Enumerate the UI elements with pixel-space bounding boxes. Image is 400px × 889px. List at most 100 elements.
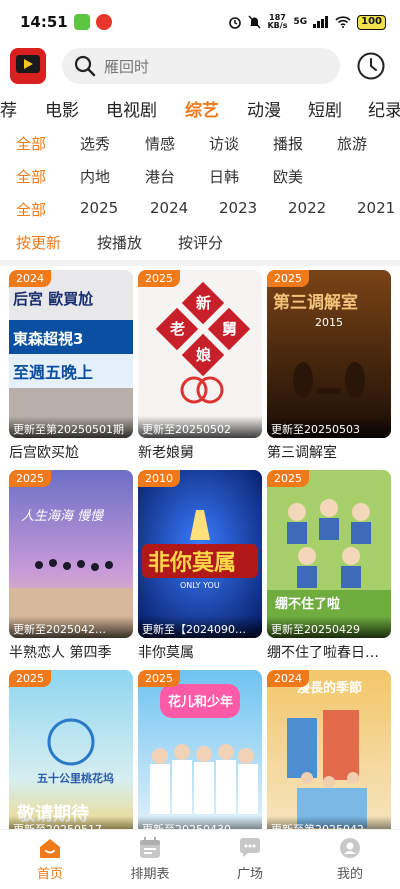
profile-icon [340,838,360,858]
mute-bell-icon [248,15,262,29]
tab-recommend[interactable]: 荐 [0,96,17,121]
poster-subtitle-text: ONLY YOU [180,581,220,590]
show-poster[interactable]: 非你莫属 ONLY YOU 2010 更新至【2024090… [138,470,262,638]
filter-year-2022[interactable]: 2022 [288,199,326,217]
episode-status: 更新至第20250501期 [9,416,133,438]
show-card[interactable]: 非你莫属 ONLY YOU 2010 更新至【2024090… 非你莫属 [138,470,262,663]
show-poster[interactable]: 绷不住了啦 2025 更新至20250429 [267,470,391,638]
poster-title-text: 花儿和少年 [168,694,233,710]
status-bar: 14:51 187 KB/s 5G 100 [0,0,400,44]
show-card[interactable]: 后宮 歐買尬 東森超視3 至週五晚上 2024 更新至第20250501期 后宫… [9,270,133,463]
tab-tv-series[interactable]: 电视剧 [106,96,157,121]
alarm-icon [229,17,242,29]
tab-variety[interactable]: 综艺 [185,96,219,121]
nav-plaza[interactable]: 广场 [200,830,300,889]
filter-region-all[interactable]: 全部 [16,166,46,187]
show-poster[interactable]: 后宮 歐買尬 東森超視3 至週五晚上 2024 更新至第20250501期 [9,270,133,438]
filter-row-year: 全部 2025 2024 2023 2022 2021 [0,194,400,224]
poster-art: 漫長的季節 [267,670,391,838]
filter-genre-romance[interactable]: 情感 [145,133,175,154]
nav-schedule-label: 排期表 [130,867,170,882]
poster-title-text: 人生海海 慢慢 [21,509,105,524]
home-icon [40,839,60,858]
year-badge: 2025 [9,670,51,687]
filter-genre-all[interactable]: 全部 [16,133,46,154]
poster-brand-text: 東森超視3 [13,330,83,348]
poster-char-text: 舅 [222,320,237,338]
history-clock-icon[interactable] [356,51,386,81]
poster-title-text: 后宮 歐買尬 [13,290,93,308]
filter-genre-news[interactable]: 播报 [273,133,303,154]
poster-title-text: 非你莫属 [148,551,236,576]
poster-art: 非你莫属 ONLY YOU [138,470,262,638]
year-badge: 2025 [138,670,180,687]
year-badge: 2025 [267,470,309,487]
show-poster[interactable]: 新 老 舅 娘 2025 更新至20250502 [138,270,262,438]
notification-app-icon [73,14,90,30]
filter-region-jpkr[interactable]: 日韩 [209,166,239,187]
nav-plaza-label: 广场 [236,867,263,882]
filter-row-region: 全部 内地 港台 日韩 欧美 [0,161,400,191]
poster-schedule-text: 至週五晚上 [13,363,93,382]
tab-documentary[interactable]: 纪录 [368,96,400,121]
filter-year-all[interactable]: 全部 [16,199,46,220]
show-poster[interactable]: 漫長的季節 2024 更新至第2025042… [267,670,391,838]
nav-schedule[interactable]: 排期表 [100,830,200,889]
app-header: 雁回时 [0,44,400,88]
status-time: 14:51 [20,13,68,31]
show-title: 绷不住了啦春日… [267,645,379,661]
poster-title-text: 第三调解室 [273,292,358,313]
filter-region-west[interactable]: 欧美 [273,166,303,187]
show-poster[interactable]: 人生海海 慢慢 2025 更新至2025042… [9,470,133,638]
sort-by-plays[interactable]: 按播放 [97,232,142,253]
show-card[interactable]: 第三调解室 2015 2025 更新至20250503 第三调解室 [267,270,391,463]
filter-year-2025[interactable]: 2025 [80,199,118,217]
show-title: 非你莫属 [138,645,194,661]
filter-year-2021[interactable]: 2021 [357,199,395,217]
show-title: 后宫欧买尬 [9,445,79,461]
filter-genre-interview[interactable]: 访谈 [209,133,239,154]
search-input[interactable]: 雁回时 [104,56,149,77]
show-card[interactable]: 新 老 舅 娘 2025 更新至20250502 新老娘舅 [138,270,262,463]
tab-short-drama[interactable]: 短剧 [308,96,342,121]
filter-genre-talent[interactable]: 选秀 [80,133,110,154]
category-tabs: 荐 电影 电视剧 综艺 动漫 短剧 纪录 [0,92,400,126]
app-logo[interactable] [10,48,46,84]
filter-genre-travel[interactable]: 旅游 [337,133,367,154]
show-poster[interactable]: 五十公里桃花坞 敬请期待 2025 更新至20250517 [9,670,133,838]
wifi-icon [335,16,351,28]
episode-status: 更新至20250502 [138,416,262,438]
show-card[interactable]: 人生海海 慢慢 2025 更新至2025042… 半熟恋人 第四季 [9,470,133,663]
nav-profile[interactable]: 我的 [300,830,400,889]
search-icon [74,55,96,77]
tab-movie[interactable]: 电影 [45,96,79,121]
search-bar[interactable]: 雁回时 [62,48,340,84]
filter-year-2024[interactable]: 2024 [150,199,188,217]
poster-char-text: 老 [169,320,185,338]
poster-year-text: 2015 [315,316,343,329]
show-card[interactable]: 绷不住了啦 2025 更新至20250429 绷不住了啦春日… [267,470,391,663]
poster-art: 五十公里桃花坞 敬请期待 [9,670,133,838]
filter-region-mainland[interactable]: 内地 [80,166,110,187]
poster-title-text: 五十公里桃花坞 [37,771,114,785]
year-badge: 2024 [267,670,309,687]
episode-status: 更新至20250429 [267,616,391,638]
nav-home[interactable]: 首页 [0,830,100,889]
filter-row-sort: 按更新 按播放 按评分 [0,227,400,257]
sort-by-rating[interactable]: 按评分 [178,232,223,253]
battery-indicator: 100 [357,14,386,30]
episode-status: 更新至2025042… [9,616,133,638]
chat-icon [240,838,260,857]
filter-year-2023[interactable]: 2023 [219,199,257,217]
show-poster[interactable]: 第三调解室 2015 2025 更新至20250503 [267,270,391,438]
poster-char-text: 新 [196,294,211,312]
show-poster[interactable]: 花儿和少年 2025 更新至20250430 [138,670,262,838]
nav-home-label: 首页 [36,867,63,882]
year-badge: 2025 [138,270,180,287]
tab-anime[interactable]: 动漫 [247,96,281,121]
filter-region-hktw[interactable]: 港台 [145,166,175,187]
year-badge: 2025 [267,270,309,287]
show-title: 新老娘舅 [138,445,194,461]
year-badge: 2024 [9,270,51,287]
sort-by-update[interactable]: 按更新 [16,232,61,253]
